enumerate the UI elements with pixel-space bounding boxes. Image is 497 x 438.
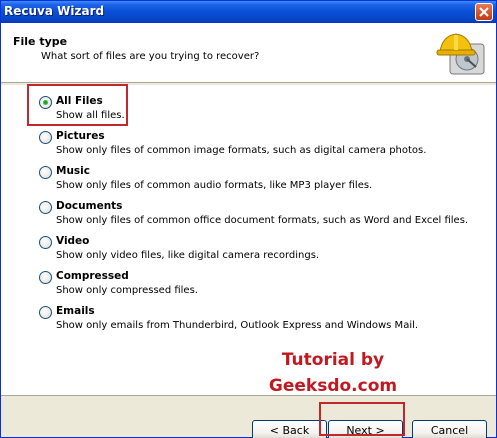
title-bar[interactable]: Recuva Wizard	[1, 1, 496, 23]
option-description: Show only video files, like digital came…	[56, 250, 320, 261]
radio-video[interactable]	[39, 236, 52, 249]
option-documents[interactable]: Documents Show only files of common offi…	[39, 199, 479, 232]
wizard-header: File type What sort of files are you try…	[1, 23, 496, 83]
radio-emails[interactable]	[39, 306, 52, 319]
option-description: Show only emails from Thunderbird, Outlo…	[56, 320, 419, 331]
option-label[interactable]: Documents	[56, 200, 122, 212]
file-type-options: All Files Show all files. Pictures Show …	[1, 85, 496, 396]
close-button[interactable]	[475, 3, 493, 21]
option-label[interactable]: Compressed	[56, 270, 129, 282]
option-music[interactable]: Music Show only files of common audio fo…	[39, 164, 479, 197]
option-description: Show only files of common office documen…	[56, 215, 469, 226]
radio-music[interactable]	[39, 166, 52, 179]
option-emails[interactable]: Emails Show only emails from Thunderbird…	[39, 304, 479, 337]
option-label[interactable]: Music	[56, 165, 90, 177]
highlight-all-files	[27, 84, 128, 126]
page-subtitle: What sort of files are you trying to rec…	[41, 51, 260, 62]
recuva-wizard-window: Recuva Wizard File type What sort of fil…	[0, 0, 497, 438]
tutorial-overlay-line2: Geeksdo.com	[268, 376, 398, 396]
option-description: Show only files of common audio formats,…	[56, 180, 373, 191]
option-compressed[interactable]: Compressed Show only compressed files.	[39, 269, 479, 302]
back-button[interactable]: < Back	[252, 420, 327, 438]
recuva-hardhat-drive-icon	[436, 33, 485, 75]
radio-pictures[interactable]	[39, 131, 52, 144]
option-label[interactable]: Pictures	[56, 130, 105, 142]
window-title: Recuva Wizard	[4, 4, 105, 18]
option-description: Show only compressed files.	[56, 285, 198, 296]
option-description: Show only files of common image formats,…	[56, 145, 427, 156]
close-icon	[479, 7, 489, 17]
option-label[interactable]: Video	[56, 235, 89, 247]
option-video[interactable]: Video Show only video files, like digita…	[39, 234, 479, 267]
radio-compressed[interactable]	[39, 271, 52, 284]
page-title: File type	[13, 35, 68, 48]
option-pictures[interactable]: Pictures Show only files of common image…	[39, 129, 479, 162]
radio-documents[interactable]	[39, 201, 52, 214]
tutorial-overlay-line1: Tutorial by	[281, 350, 385, 370]
highlight-next-button	[319, 402, 405, 436]
option-label[interactable]: Emails	[56, 305, 95, 317]
cancel-button[interactable]: Cancel	[412, 420, 487, 438]
